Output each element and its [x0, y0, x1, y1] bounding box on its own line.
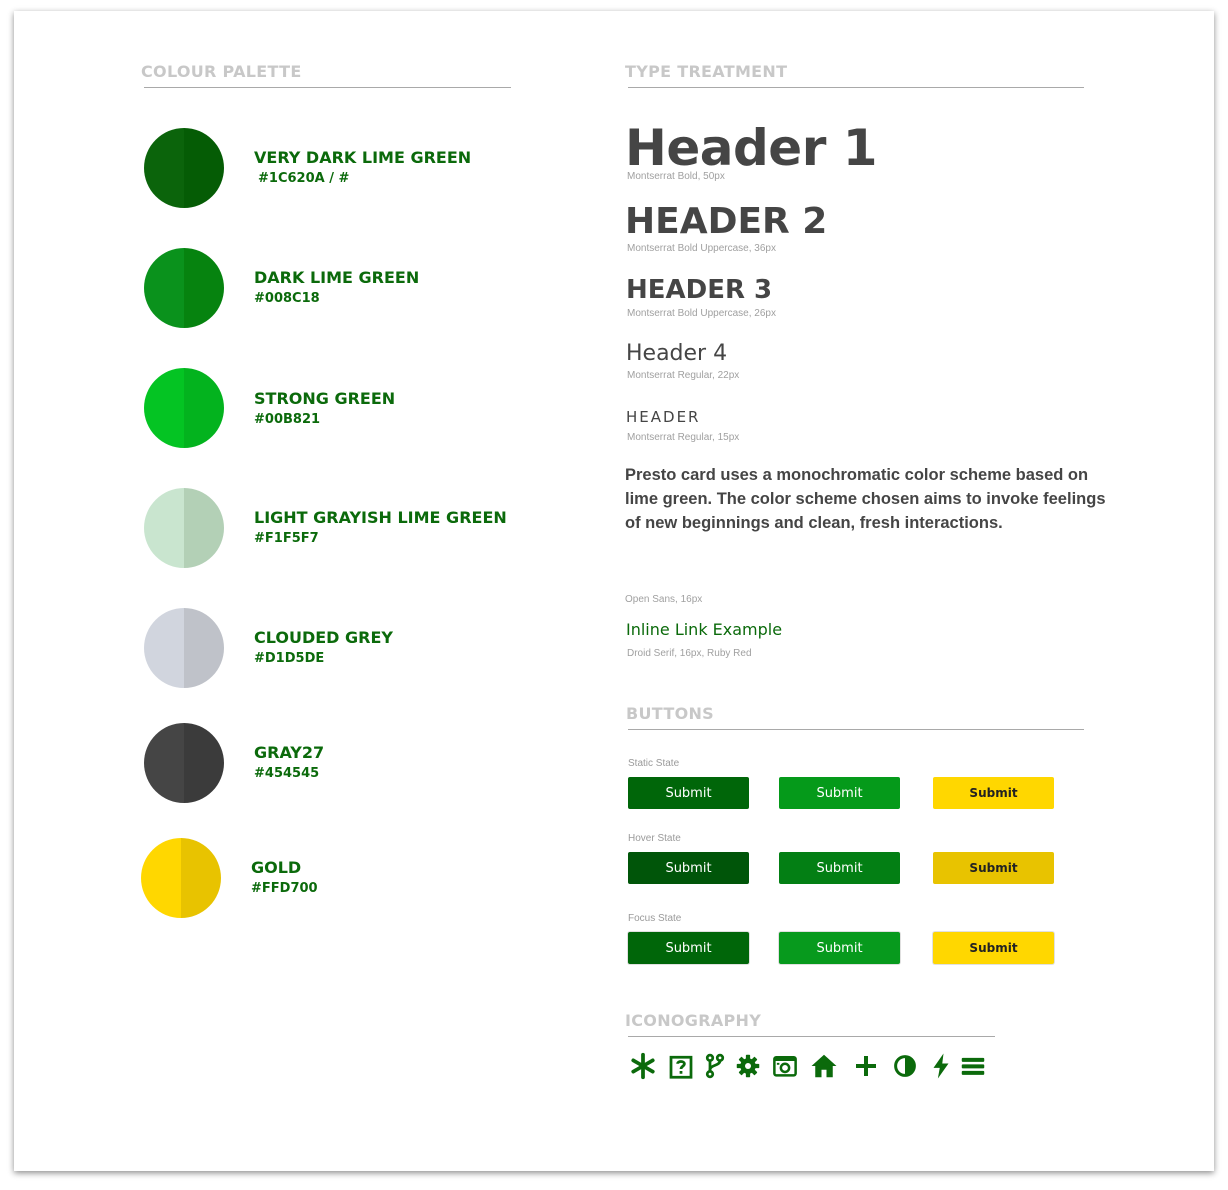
branch-icon[interactable] — [700, 1051, 730, 1081]
buttons-title: BUTTONS — [626, 704, 714, 723]
swatch-half-left — [144, 248, 184, 328]
swatch-hex: #FFD700 — [251, 881, 318, 896]
focus-state-label: Focus State — [628, 913, 682, 924]
swatch-name: STRONG GREEN — [254, 389, 396, 408]
body-paragraph: Presto card uses a monochromatic color s… — [625, 466, 1106, 532]
inline-link-caption: Droid Serif, 16px, Ruby Red — [627, 648, 752, 659]
swatch-hex: #454545 — [254, 766, 320, 781]
submit-button-static-dark[interactable]: Submit — [628, 777, 749, 809]
type-divider — [628, 87, 1084, 88]
header-2-caption: Montserrat Bold Uppercase, 36px — [627, 243, 776, 254]
swatch-gold — [141, 838, 221, 918]
swatch-half-right — [184, 488, 224, 568]
swatch-hex: #1C620A / # — [258, 171, 350, 186]
hover-state-label: Hover State — [628, 833, 681, 844]
swatch-name: VERY DARK LIME GREEN — [254, 148, 472, 167]
inline-link-example[interactable]: Inline Link Example — [626, 620, 782, 639]
header-3-caption: Montserrat Bold Uppercase, 26px — [627, 308, 776, 319]
swatch-name: DARK LIME GREEN — [254, 268, 420, 287]
swatch-gray27 — [144, 723, 224, 803]
header-4-sample: Header 4 — [626, 341, 728, 366]
style-guide-sheet: COLOUR PALETTE VERY DARK LIME GREEN #1C6… — [14, 11, 1214, 1171]
header-1-caption: Montserrat Bold, 50px — [627, 171, 725, 182]
header-4-caption: Montserrat Regular, 22px — [627, 370, 740, 381]
swatch-clouded-grey — [144, 608, 224, 688]
palette-divider — [144, 87, 511, 88]
swatch-name: CLOUDED GREY — [254, 628, 393, 647]
swatch-half-left — [141, 838, 181, 918]
swatch-hex: #00B821 — [254, 412, 321, 427]
swatch-half-left — [144, 488, 184, 568]
submit-button-focus-gold[interactable]: Submit — [933, 932, 1054, 964]
header-5-sample: HEADER — [626, 408, 701, 426]
paragraph-caption: Open Sans, 16px — [625, 594, 703, 605]
swatch-half-right — [184, 723, 224, 803]
swatch-very-dark-lime-green — [144, 128, 224, 208]
buttons-divider — [628, 729, 1084, 730]
header-1-sample: Header 1 — [625, 119, 878, 177]
menu-icon[interactable] — [958, 1051, 988, 1081]
contrast-icon[interactable] — [890, 1051, 920, 1081]
swatch-half-right — [184, 608, 224, 688]
header-5-caption: Montserrat Regular, 15px — [627, 432, 740, 443]
gear-icon[interactable] — [733, 1051, 763, 1081]
swatch-name: LIGHT GRAYISH LIME GREEN — [254, 508, 507, 527]
swatch-hex: #D1D5DE — [254, 651, 325, 666]
swatch-dark-lime-green — [144, 248, 224, 328]
submit-button-hover-dark[interactable]: Submit — [628, 852, 749, 884]
swatch-name: GRAY27 — [254, 743, 325, 762]
iconography-title: ICONOGRAPHY — [625, 1011, 762, 1030]
swatch-half-left — [144, 608, 184, 688]
plus-icon[interactable] — [851, 1051, 881, 1081]
swatch-name: GOLD — [251, 858, 302, 877]
submit-button-hover-gold[interactable]: Submit — [933, 852, 1054, 884]
swatch-strong-green — [144, 368, 224, 448]
swatch-half-left — [144, 368, 184, 448]
swatch-half-right — [181, 838, 221, 918]
submit-button-focus-green[interactable]: Submit — [779, 932, 900, 964]
submit-button-static-gold[interactable]: Submit — [933, 777, 1054, 809]
submit-button-static-green[interactable]: Submit — [779, 777, 900, 809]
swatch-half-right — [184, 128, 224, 208]
header-3-sample: HEADER 3 — [626, 275, 773, 305]
swatch-half-right — [184, 248, 224, 328]
camera-icon[interactable] — [770, 1051, 800, 1081]
asterisk-icon[interactable] — [628, 1051, 658, 1081]
swatch-half-left — [144, 128, 184, 208]
swatch-half-left — [144, 723, 184, 803]
bolt-icon[interactable] — [926, 1051, 956, 1081]
submit-button-focus-dark[interactable]: Submit — [628, 932, 749, 964]
home-icon[interactable] — [809, 1051, 839, 1081]
swatch-light-grayish-lime-green — [144, 488, 224, 568]
swatch-half-right — [184, 368, 224, 448]
help-icon[interactable] — [666, 1051, 696, 1081]
swatch-hex: #008C18 — [254, 291, 320, 306]
swatch-hex: #F1F5F7 — [254, 531, 319, 546]
submit-button-hover-green[interactable]: Submit — [779, 852, 900, 884]
header-2-sample: HEADER 2 — [625, 201, 828, 242]
type-title: TYPE TREATMENT — [625, 62, 788, 81]
static-state-label: Static State — [628, 758, 680, 769]
iconography-divider — [628, 1036, 995, 1037]
palette-title: COLOUR PALETTE — [141, 62, 302, 81]
